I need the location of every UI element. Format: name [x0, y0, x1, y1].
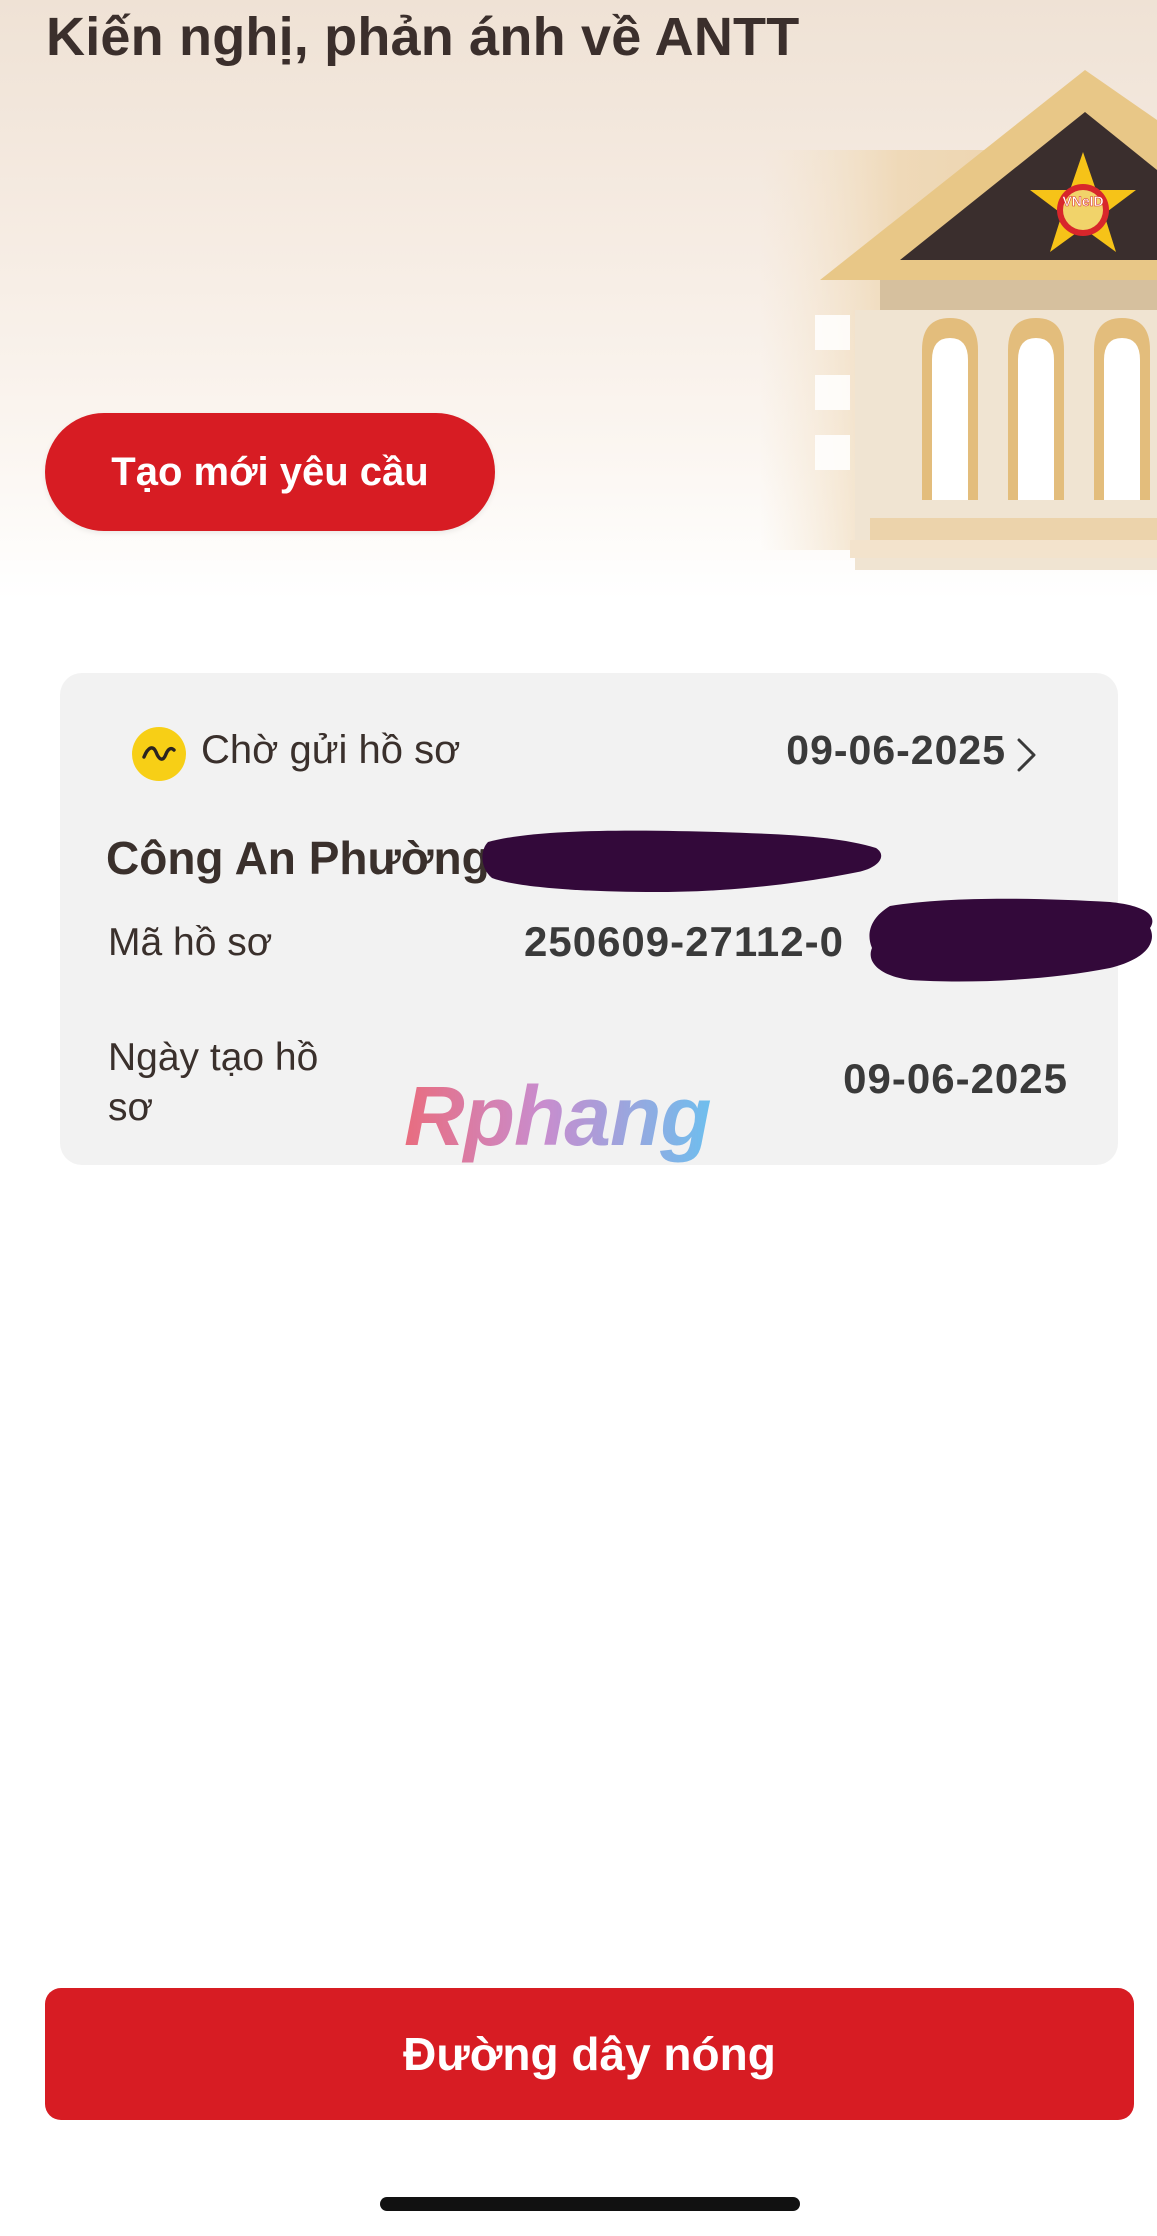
watermark-text: Rphang	[404, 1069, 712, 1163]
create-request-button[interactable]: Tạo mới yêu cầu	[45, 413, 495, 531]
status-label: Chờ gửi hồ sơ	[201, 728, 461, 772]
home-indicator[interactable]	[380, 2197, 800, 2211]
hotline-button[interactable]: Đường dây nóng	[45, 1988, 1134, 2120]
page-title: Kiến nghị, phản ánh về ANTT	[46, 7, 800, 67]
office-name: Công An Phường	[106, 832, 490, 884]
chevron-right-icon[interactable]	[1014, 735, 1040, 775]
created-date-value: 09-06-2025	[843, 1055, 1068, 1102]
code-label: Mã hồ sơ	[108, 921, 273, 964]
emblem-label: VNeID	[1062, 193, 1103, 209]
request-date: 09-06-2025	[786, 727, 1006, 773]
wave-icon	[132, 727, 186, 781]
police-building-illustration: VNeID	[760, 70, 1157, 570]
created-date-label: Ngày tạo hồ sơ	[108, 1036, 319, 1129]
code-value: 250609-27112-0	[524, 918, 844, 965]
